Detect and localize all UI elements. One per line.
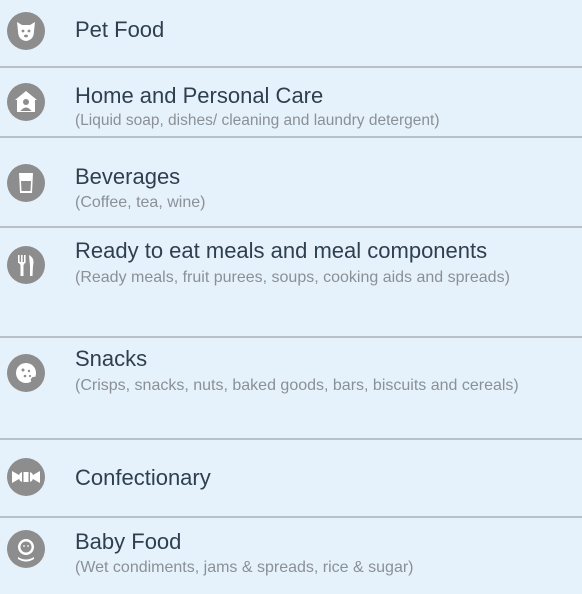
fork-knife-icon bbox=[7, 246, 45, 284]
category-title: Beverages bbox=[75, 164, 181, 189]
list-item-confectionary: Confectionary bbox=[0, 440, 582, 516]
category-title: Pet Food bbox=[75, 17, 165, 42]
category-description: (Ready meals, fruit purees, soups, cooki… bbox=[75, 269, 510, 286]
category-title: Baby Food bbox=[75, 529, 182, 554]
baby-icon bbox=[7, 530, 45, 568]
category-description: (Liquid soap, dishes/ cleaning and laund… bbox=[75, 112, 440, 129]
list-item-pet-food: Pet Food bbox=[0, 0, 582, 66]
list-item-ready-meals: Ready to eat meals and meal components (… bbox=[0, 228, 582, 338]
candy-icon bbox=[7, 458, 45, 496]
house-person-icon bbox=[7, 83, 45, 121]
list-item-snacks: Snacks (Crisps, snacks, nuts, baked good… bbox=[0, 338, 582, 438]
category-title: Home and Personal Care bbox=[75, 83, 324, 108]
glass-icon bbox=[7, 164, 45, 202]
category-list: Pet Food Home and Personal Care (Liquid … bbox=[0, 0, 582, 594]
category-description: (Wet condiments, jams & spreads, rice & … bbox=[75, 559, 414, 576]
category-title: Snacks bbox=[75, 346, 148, 371]
cookie-icon bbox=[7, 354, 45, 392]
category-description: (Coffee, tea, wine) bbox=[75, 194, 206, 211]
list-item-home-personal-care: Home and Personal Care (Liquid soap, dis… bbox=[0, 68, 582, 136]
category-title: Confectionary bbox=[75, 465, 211, 490]
category-title: Ready to eat meals and meal components bbox=[75, 238, 488, 263]
category-description: (Crisps, snacks, nuts, baked goods, bars… bbox=[75, 377, 519, 394]
list-item-beverages: Beverages (Coffee, tea, wine) bbox=[0, 138, 582, 234]
list-item-baby-food: Baby Food (Wet condiments, jams & spread… bbox=[0, 518, 582, 594]
dog-icon bbox=[7, 12, 45, 50]
